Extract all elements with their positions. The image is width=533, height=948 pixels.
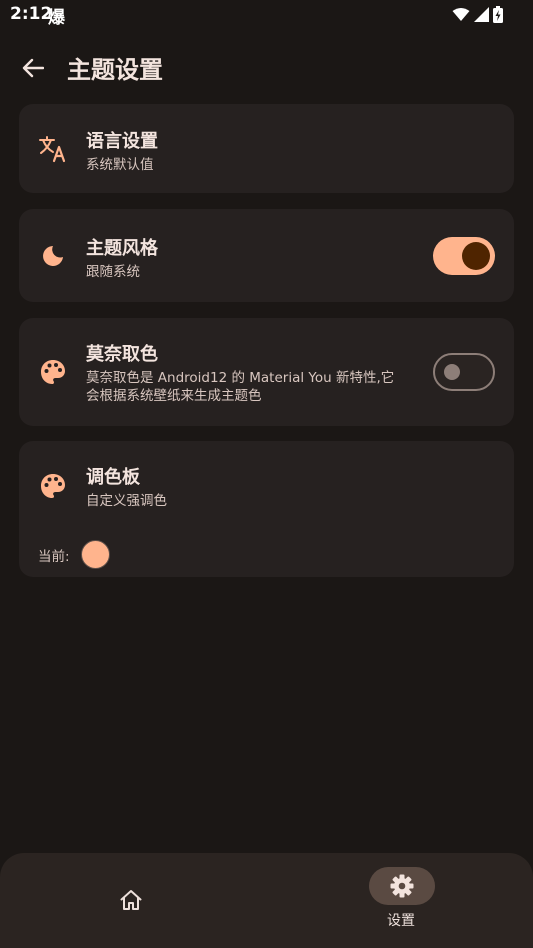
monet-switch[interactable] (433, 353, 495, 391)
gear-icon (390, 874, 414, 898)
language-title: 语言设置 (86, 131, 158, 152)
monet-subtitle-line1: 莫奈取色是 Android12 的 Material You 新特性,它 (86, 370, 395, 386)
current-color-swatch[interactable] (81, 540, 110, 569)
home-icon (120, 890, 142, 910)
theme-style-subtitle: 跟随系统 (86, 264, 140, 280)
palette-icon (39, 472, 67, 500)
status-time: 2:12 (10, 4, 53, 24)
signal-icon (474, 6, 489, 22)
back-button[interactable] (15, 50, 51, 86)
nav-item-settings[interactable]: 设置 (336, 865, 466, 935)
nav-settings-label: 设置 (387, 913, 415, 929)
palette-card[interactable]: 调色板 自定义强调色 当前: (19, 441, 514, 577)
status-icons (452, 5, 503, 23)
language-setting-card[interactable]: 语言设置 系统默认值 (19, 104, 514, 193)
translate-icon (39, 135, 67, 163)
theme-style-title: 主题风格 (86, 238, 158, 259)
monet-subtitle-line2: 会根据系统壁纸来生成主题色 (86, 388, 262, 404)
monet-color-card[interactable]: 莫奈取色 莫奈取色是 Android12 的 Material You 新特性,… (19, 318, 514, 426)
palette-subtitle: 自定义强调色 (86, 493, 167, 509)
nav-active-indicator (369, 867, 435, 905)
page-title: 主题设置 (67, 56, 163, 84)
battery-icon (493, 5, 503, 23)
arrow-back-icon (22, 58, 44, 78)
bottom-navigation: 设置 (0, 853, 533, 948)
nav-item-home[interactable] (100, 877, 162, 923)
switch-knob (444, 364, 460, 380)
theme-style-card[interactable]: 主题风格 跟随系统 (19, 209, 514, 302)
theme-style-switch[interactable] (433, 237, 495, 275)
switch-knob (462, 242, 490, 270)
palette-icon (39, 358, 67, 386)
current-color-label: 当前: (38, 549, 70, 565)
wifi-icon (452, 7, 470, 21)
language-subtitle: 系统默认值 (86, 157, 154, 173)
monet-title: 莫奈取色 (86, 344, 158, 365)
status-notification: 爆 (48, 8, 65, 28)
app-bar: 主题设置 (0, 38, 533, 96)
status-bar: 2:12 爆 (0, 0, 533, 30)
moon-icon (39, 242, 67, 270)
palette-title: 调色板 (86, 467, 140, 488)
